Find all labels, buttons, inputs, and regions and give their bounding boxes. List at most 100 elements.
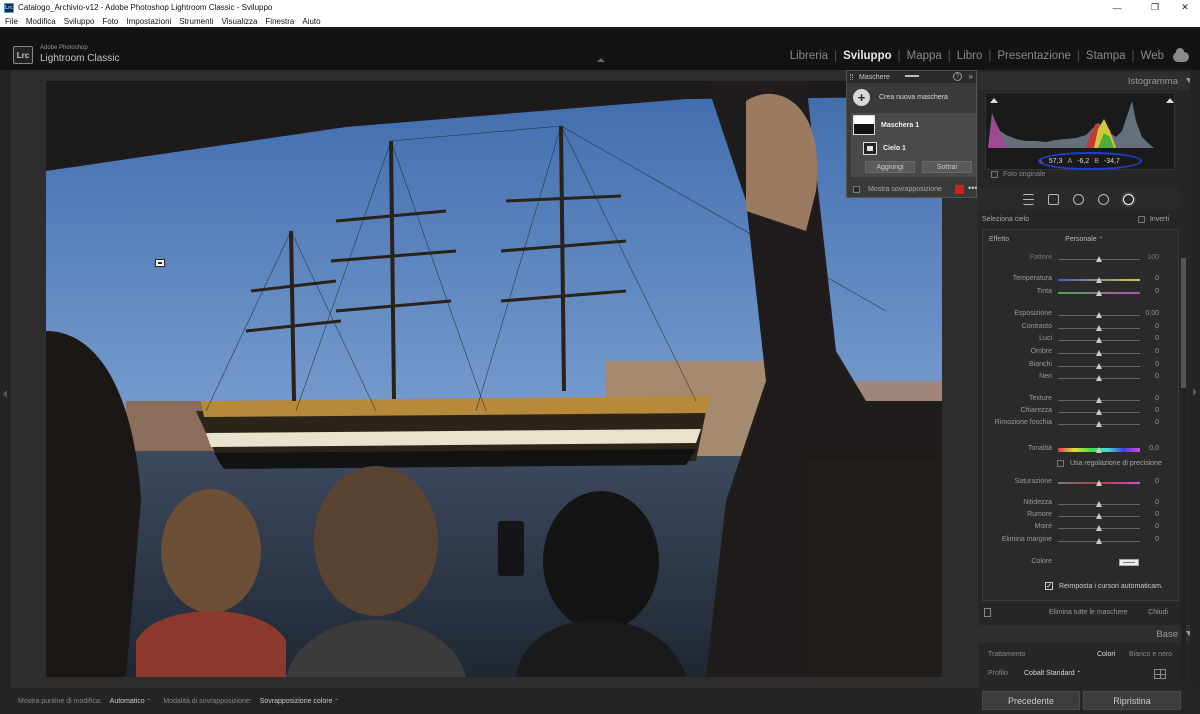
color-swatch[interactable] (1119, 559, 1139, 566)
profile-browser-icon[interactable] (1154, 669, 1166, 679)
slider-value[interactable]: 0 (1155, 523, 1159, 530)
shadow-clipping-icon[interactable] (990, 98, 998, 103)
slider-value[interactable]: 0,00 (1145, 310, 1159, 317)
module-libro[interactable]: Libro (951, 50, 989, 62)
slider-knob[interactable] (1096, 409, 1102, 415)
slider-knob[interactable] (1096, 337, 1102, 343)
minimize-button[interactable]: — (1100, 0, 1134, 15)
close-masks-button[interactable]: Chiudi (1148, 609, 1168, 616)
menu-strumenti[interactable]: Strumenti (179, 17, 213, 26)
module-libreria[interactable]: Libreria (784, 50, 834, 62)
overlay-color-swatch[interactable] (955, 185, 964, 194)
create-new-mask-button[interactable]: + Crea nuova maschera (853, 89, 948, 106)
base-panel-header[interactable]: Base (978, 625, 1200, 643)
cloud-sync-icon[interactable] (1173, 48, 1189, 62)
module-stampa[interactable]: Stampa (1080, 50, 1132, 62)
masking-icon[interactable] (1123, 193, 1134, 205)
slider-knob[interactable] (1096, 447, 1102, 453)
original-photo-row[interactable]: Foto originale (986, 171, 1045, 178)
close-button[interactable]: ✕ (1168, 0, 1200, 15)
mask-pin-icon[interactable] (155, 259, 165, 267)
show-overlay-checkbox[interactable] (853, 185, 860, 193)
menu-file[interactable]: File (5, 17, 18, 26)
highlight-clipping-icon[interactable] (1166, 98, 1174, 103)
add-button[interactable]: Aggiungi (865, 161, 915, 173)
slider-value[interactable]: 0 (1155, 407, 1159, 414)
edit-sliders-icon[interactable] (1023, 193, 1034, 205)
delete-all-masks-button[interactable]: Elimina tutte le maschere (1049, 609, 1128, 616)
menu-finestra[interactable]: Finestra (265, 17, 294, 26)
treatment-colors[interactable]: Colori (1097, 651, 1115, 658)
precision-checkbox[interactable] (1057, 460, 1064, 467)
masks-panel-header[interactable]: Maschere ? » (847, 71, 976, 83)
slider-value[interactable]: 0 (1155, 361, 1159, 368)
module-web[interactable]: Web (1135, 50, 1170, 62)
top-panel-toggle-icon[interactable] (597, 58, 605, 62)
slider-value[interactable]: 0 (1155, 348, 1159, 355)
previous-button[interactable]: Precedente (982, 691, 1080, 710)
slider-knob[interactable] (1096, 538, 1102, 544)
subtract-button[interactable]: Sottrai (922, 161, 972, 173)
auto-reset-checkbox[interactable]: ✓ (1045, 582, 1053, 590)
left-panel-toggle-icon[interactable] (3, 390, 7, 398)
panel-switch-icon[interactable] (984, 607, 991, 617)
slider-value[interactable]: 0 (1155, 288, 1159, 295)
slider-knob[interactable] (1096, 480, 1102, 486)
slider-knob[interactable] (1096, 290, 1102, 296)
profile-dropdown[interactable]: Cobalt Standard (1024, 670, 1081, 677)
minimize-panel-icon[interactable] (905, 75, 919, 77)
invert-checkbox[interactable] (1137, 215, 1145, 223)
slider-knob[interactable] (1096, 277, 1102, 283)
collapse-panel-icon[interactable]: » (969, 72, 973, 81)
invert-toggle[interactable]: Inverti (1133, 215, 1169, 223)
menu-foto[interactable]: Foto (102, 17, 118, 26)
slider-knob[interactable] (1096, 421, 1102, 427)
auto-reset-row[interactable]: ✓ Reimposta i cursori automaticam. (1045, 582, 1163, 590)
slider-knob[interactable] (1096, 325, 1102, 331)
slider-value[interactable]: 0 (1155, 275, 1159, 282)
slider-value[interactable]: 0 (1155, 478, 1159, 485)
slider-knob[interactable] (1096, 525, 1102, 531)
histogram[interactable]: L 57,3 A -6,2 B -34,7 (985, 92, 1175, 170)
module-presentazione[interactable]: Presentazione (991, 50, 1077, 62)
crop-icon[interactable] (1048, 193, 1059, 205)
healing-icon[interactable] (1073, 193, 1084, 205)
precision-row[interactable]: Usa regolazione di precisione (1051, 460, 1162, 467)
slider-knob[interactable] (1096, 312, 1102, 318)
menu-visualizza[interactable]: Visualizza (222, 17, 258, 26)
slider-knob[interactable] (1096, 256, 1102, 262)
red-eye-icon[interactable] (1098, 193, 1109, 205)
treatment-bw[interactable]: Bianco e nero (1129, 651, 1172, 658)
reset-button[interactable]: Ripristina (1083, 691, 1181, 710)
slider-value[interactable]: 0 (1155, 499, 1159, 506)
help-icon[interactable]: ? (953, 72, 962, 81)
slider-value[interactable]: 100 (1147, 254, 1159, 261)
menu-aiuto[interactable]: Aiuto (302, 17, 320, 26)
effect-dropdown[interactable]: Personale (1065, 236, 1103, 243)
histogram-header[interactable]: Istogramma (978, 72, 1200, 90)
slider-value[interactable]: 0 (1155, 511, 1159, 518)
scrollbar-thumb[interactable] (1181, 258, 1186, 388)
slider-value[interactable]: 0 (1155, 536, 1159, 543)
module-mappa[interactable]: Mappa (901, 50, 948, 62)
maximize-button[interactable]: ❐ (1138, 0, 1172, 15)
module-sviluppo[interactable]: Sviluppo (837, 50, 898, 62)
slider-knob[interactable] (1096, 501, 1102, 507)
overlay-mode-dropdown[interactable]: Sovrapposizione colore (260, 698, 339, 705)
left-panel-edge[interactable] (0, 70, 11, 688)
menu-impostazioni[interactable]: Impostazioni (126, 17, 171, 26)
mask-item[interactable]: Maschera 1 (853, 115, 919, 135)
drag-handle-icon[interactable] (850, 74, 853, 80)
slider-value[interactable]: 0 (1155, 323, 1159, 330)
menu-sviluppo[interactable]: Sviluppo (64, 17, 95, 26)
slider-value[interactable]: 0 (1155, 395, 1159, 402)
slider-value[interactable]: 0 (1155, 419, 1159, 426)
slider-knob[interactable] (1096, 375, 1102, 381)
slider-knob[interactable] (1096, 363, 1102, 369)
slider-value[interactable]: 0 (1155, 335, 1159, 342)
show-pins-dropdown[interactable]: Automatico (110, 698, 152, 705)
panel-scrollbar[interactable] (1181, 258, 1186, 678)
right-panel-toggle-icon[interactable] (1193, 388, 1197, 396)
slider-knob[interactable] (1096, 397, 1102, 403)
mask-component-item[interactable]: Cielo 1 (863, 142, 906, 155)
